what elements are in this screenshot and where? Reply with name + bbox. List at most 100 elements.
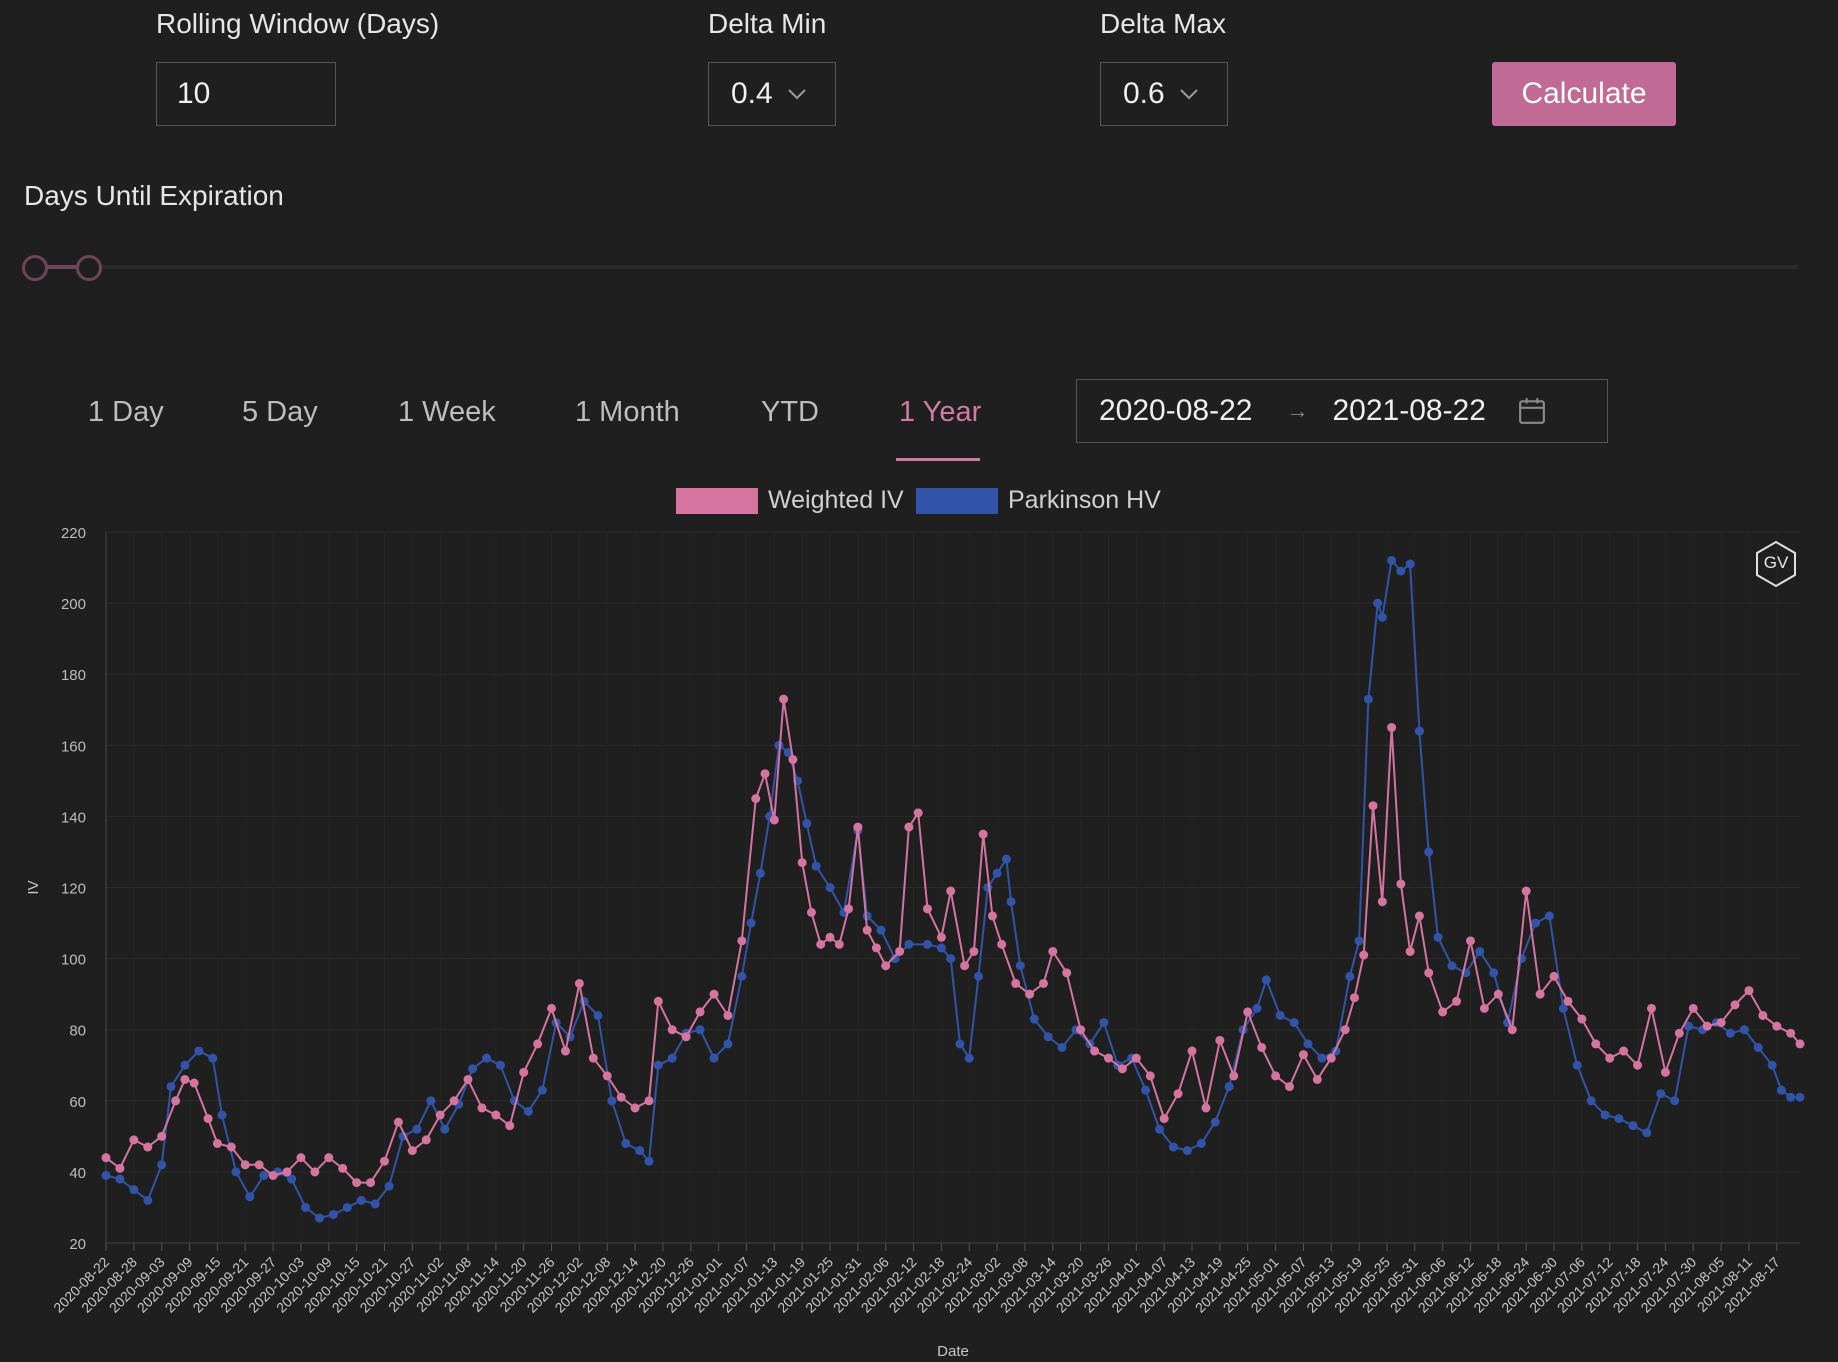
gv-badge: GV [1754, 540, 1798, 588]
data-point-weighted-iv [254, 1160, 264, 1170]
data-point-weighted-iv [1405, 946, 1415, 956]
days-slider-min-handle[interactable] [22, 255, 48, 281]
data-point-parkinson-hv [946, 954, 956, 964]
data-point-parkinson-hv [1600, 1110, 1610, 1120]
tab-1-day[interactable]: 1 Day [88, 396, 164, 429]
tab-5-day[interactable]: 5 Day [242, 396, 318, 429]
data-point-weighted-iv [1340, 1025, 1350, 1035]
data-point-weighted-iv [1173, 1089, 1183, 1099]
data-point-parkinson-hv [1572, 1060, 1582, 1070]
tab-ytd[interactable]: YTD [761, 396, 819, 429]
tab-1-month[interactable]: 1 Month [575, 396, 680, 429]
y-tick-label: 40 [69, 1165, 86, 1182]
rolling-window-input[interactable] [157, 63, 335, 125]
data-point-weighted-iv [157, 1131, 167, 1141]
data-point-weighted-iv [547, 1003, 557, 1013]
data-point-parkinson-hv [593, 1010, 603, 1020]
data-point-weighted-iv [1187, 1046, 1197, 1056]
data-point-parkinson-hv [876, 925, 886, 935]
data-point-weighted-iv [310, 1167, 320, 1177]
data-point-parkinson-hv [440, 1124, 450, 1134]
data-point-weighted-iv [282, 1167, 292, 1177]
data-point-parkinson-hv [217, 1110, 227, 1120]
data-point-parkinson-hv [1006, 897, 1016, 907]
data-point-parkinson-hv [1670, 1096, 1680, 1106]
data-point-parkinson-hv [245, 1192, 255, 1202]
data-point-weighted-iv [1039, 978, 1049, 988]
data-point-weighted-iv [871, 943, 881, 953]
data-point-parkinson-hv [1642, 1128, 1652, 1138]
tab-1-year[interactable]: 1 Year [899, 396, 981, 429]
date-range-end[interactable]: 2021-08-22 [1332, 394, 1485, 428]
y-tick-label: 220 [61, 525, 86, 542]
delta-min-label: Delta Min [708, 8, 827, 39]
date-range-picker[interactable]: 2020-08-22 → 2021-08-22 [1076, 379, 1608, 443]
data-point-parkinson-hv [1303, 1039, 1313, 1049]
data-point-parkinson-hv [101, 1170, 111, 1180]
data-point-weighted-iv [1758, 1010, 1768, 1020]
date-range-start[interactable]: 2020-08-22 [1099, 394, 1252, 428]
tab-1-week[interactable]: 1 Week [398, 396, 496, 429]
data-point-weighted-iv [1159, 1114, 1169, 1124]
delta-max-select[interactable]: 0.6 [1100, 62, 1228, 126]
data-point-weighted-iv [407, 1146, 417, 1156]
data-point-parkinson-hv [356, 1195, 366, 1205]
calendar-icon[interactable] [1518, 397, 1546, 425]
data-point-parkinson-hv [1739, 1025, 1749, 1035]
data-point-weighted-iv [904, 822, 914, 832]
chevron-down-icon [788, 89, 806, 100]
data-point-parkinson-hv [208, 1053, 218, 1063]
data-point-parkinson-hv [1141, 1085, 1151, 1095]
data-point-weighted-iv [1349, 993, 1359, 1003]
data-point-parkinson-hv [1776, 1085, 1786, 1095]
data-point-parkinson-hv [166, 1082, 176, 1092]
data-point-parkinson-hv [1224, 1082, 1234, 1092]
data-point-weighted-iv [1298, 1050, 1308, 1060]
data-point-parkinson-hv [695, 1025, 705, 1035]
data-point-weighted-iv [1062, 968, 1072, 978]
data-point-weighted-iv [393, 1117, 403, 1127]
data-point-weighted-iv [853, 822, 863, 832]
gv-badge-text: GV [1763, 553, 1789, 572]
data-point-weighted-iv [1424, 968, 1434, 978]
data-point-parkinson-hv [259, 1170, 269, 1180]
data-point-parkinson-hv [723, 1039, 733, 1049]
y-tick-label: 180 [61, 667, 86, 684]
y-tick-label: 80 [69, 1023, 86, 1040]
data-point-weighted-iv [533, 1039, 543, 1049]
data-point-weighted-iv [1048, 946, 1058, 956]
data-point-parkinson-hv [1396, 566, 1406, 576]
data-point-weighted-iv [1730, 1000, 1740, 1010]
days-slider-max-handle[interactable] [76, 255, 102, 281]
data-point-weighted-iv [667, 1025, 677, 1035]
delta-max-value: 0.6 [1123, 77, 1165, 110]
data-point-weighted-iv [1131, 1053, 1141, 1063]
data-point-parkinson-hv [180, 1060, 190, 1070]
data-point-weighted-iv [1011, 978, 1021, 988]
data-point-parkinson-hv [974, 971, 984, 981]
data-point-weighted-iv [602, 1071, 612, 1081]
date-range-separator: → [1286, 398, 1309, 423]
y-tick-label: 60 [69, 1094, 86, 1111]
delta-min-select[interactable]: 0.4 [708, 62, 836, 126]
delta-max-label: Delta Max [1100, 8, 1227, 39]
data-point-weighted-iv [189, 1078, 199, 1088]
data-point-parkinson-hv [1489, 968, 1499, 978]
data-point-weighted-iv [1744, 986, 1754, 996]
data-point-weighted-iv [1795, 1039, 1805, 1049]
data-point-parkinson-hv [1424, 847, 1434, 857]
rolling-window-input-box[interactable] [156, 62, 336, 126]
data-point-weighted-iv [421, 1135, 431, 1145]
data-point-weighted-iv [1591, 1039, 1601, 1049]
data-point-parkinson-hv [746, 918, 756, 928]
data-point-parkinson-hv [1275, 1010, 1285, 1020]
data-point-weighted-iv [1633, 1060, 1643, 1070]
data-point-weighted-iv [338, 1163, 348, 1173]
delta-min-value: 0.4 [731, 77, 773, 110]
calculate-button[interactable]: Calculate [1492, 62, 1676, 126]
data-point-weighted-iv [653, 996, 663, 1006]
y-tick-label: 120 [61, 881, 86, 898]
days-slider-track[interactable] [24, 265, 1798, 269]
data-point-parkinson-hv [1345, 971, 1355, 981]
data-point-weighted-iv [463, 1074, 473, 1084]
